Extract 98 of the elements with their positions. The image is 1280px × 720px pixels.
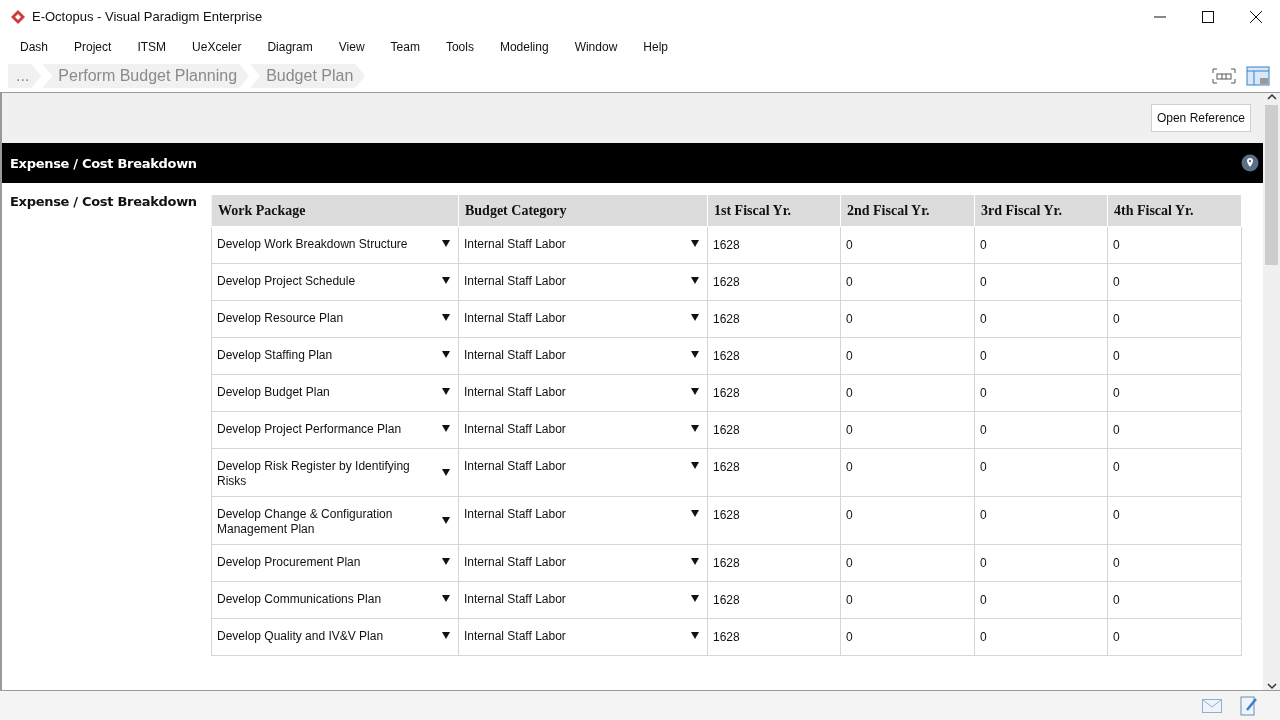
table-cell-text: 0 <box>979 237 988 254</box>
table-cell-text: 1628 <box>712 237 741 254</box>
table-cell-text: 1628 <box>712 422 741 439</box>
dropdown-arrow-icon[interactable] <box>442 276 450 284</box>
dropdown-arrow-icon[interactable] <box>442 387 450 395</box>
scroll-down-icon[interactable] <box>1266 682 1277 690</box>
table-cell-text: 0 <box>1112 459 1121 476</box>
table-cell-text: 0 <box>845 311 854 328</box>
table-cell-text: 0 <box>845 385 854 402</box>
dropdown-arrow-icon[interactable] <box>442 517 450 524</box>
table-cell-text: 1628 <box>712 629 741 646</box>
table-cell-text: 0 <box>845 274 854 291</box>
dropdown-arrow-icon[interactable] <box>442 631 450 639</box>
dropdown-cell[interactable]: Develop Change & Configuration Management Plan <box>212 497 458 544</box>
menu-item[interactable]: Diagram <box>257 39 323 54</box>
edit-note-icon[interactable] <box>1240 695 1258 716</box>
table-cell-text: 1628 <box>712 507 741 524</box>
table-cell-text: 0 <box>1112 311 1121 328</box>
table-cell-text: 0 <box>1112 507 1121 524</box>
section-title: Expense / Cost Breakdown <box>10 155 197 171</box>
table-cell-text: 0 <box>845 629 854 646</box>
dropdown-arrow-icon[interactable] <box>691 424 699 432</box>
dropdown-arrow-icon[interactable] <box>691 461 699 469</box>
table-cell-text: 1628 <box>712 348 741 365</box>
column-header: 1st Fiscal Yr. <box>707 194 841 227</box>
table-cell-text: 0 <box>1112 385 1121 402</box>
menu-item[interactable]: Help <box>633 39 678 54</box>
table-cell-text: 0 <box>979 459 988 476</box>
dropdown-arrow-icon[interactable] <box>691 387 699 395</box>
fit-frame-icon[interactable] <box>1212 68 1236 84</box>
table-cell-text: 1628 <box>712 385 741 402</box>
table-cell-text: 1628 <box>712 311 741 328</box>
table-cell-text: 0 <box>979 592 988 609</box>
table-cell-text: 1628 <box>712 274 741 291</box>
table-cell-text: 1628 <box>712 592 741 609</box>
table-cell-text: 0 <box>979 507 988 524</box>
menu-item[interactable]: Modeling <box>489 39 559 54</box>
table-cell-text: 0 <box>979 274 988 291</box>
dropdown-arrow-icon[interactable] <box>691 594 699 602</box>
table-cell-text: 0 <box>1112 555 1121 572</box>
table-cell-text: 1628 <box>712 555 741 572</box>
menu-item[interactable]: Team <box>380 39 430 54</box>
close-icon[interactable] <box>1250 10 1262 23</box>
dropdown-arrow-icon[interactable] <box>691 631 699 639</box>
dropdown-arrow-icon[interactable] <box>442 469 450 476</box>
table-cell-text: 0 <box>979 348 988 365</box>
table-cell-text: 0 <box>1112 592 1121 609</box>
pin-icon[interactable] <box>1241 154 1259 172</box>
dropdown-arrow-icon[interactable] <box>691 313 699 321</box>
table-cell-text: 0 <box>845 507 854 524</box>
dropdown-arrow-icon[interactable] <box>442 424 450 432</box>
dropdown-arrow-icon[interactable] <box>442 350 450 358</box>
scroll-up-icon[interactable] <box>1266 93 1277 101</box>
menu-item[interactable]: View <box>328 39 375 54</box>
dropdown-arrow-icon[interactable] <box>691 350 699 358</box>
menu-item[interactable]: Window <box>564 39 628 54</box>
open-reference-button[interactable]: Open Reference <box>1150 104 1251 132</box>
table-cell-text: 1628 <box>712 459 741 476</box>
maximize-icon[interactable] <box>1202 10 1214 23</box>
section-label: Expense / Cost Breakdown <box>10 194 197 209</box>
dropdown-arrow-icon[interactable] <box>691 239 699 247</box>
dropdown-arrow-icon[interactable] <box>442 239 450 247</box>
table-cell-text: 0 <box>845 348 854 365</box>
column-header: 2nd Fiscal Yr. <box>840 194 975 227</box>
column-header: Work Package <box>211 194 459 227</box>
table-cell-text: 0 <box>845 422 854 439</box>
app-logo-icon <box>10 8 26 25</box>
table-cell-text: 0 <box>845 592 854 609</box>
dropdown-arrow-icon[interactable] <box>442 594 450 602</box>
table-cell-text: 0 <box>1112 274 1121 291</box>
menu-item[interactable]: ITSM <box>127 39 177 54</box>
window-title: E-Octopus - Visual Paradigm Enterprise <box>32 9 264 24</box>
dropdown-arrow-icon[interactable] <box>442 557 450 565</box>
table-cell-text: 0 <box>979 629 988 646</box>
dropdown-arrow-icon[interactable] <box>442 313 450 321</box>
table-cell-text: 0 <box>845 459 854 476</box>
table-cell-text: 0 <box>1112 237 1121 254</box>
column-header: 4th Fiscal Yr. <box>1107 194 1242 227</box>
table-cell-text: 0 <box>845 555 854 572</box>
table-cell-text: 0 <box>979 555 988 572</box>
scrollbar-thumb[interactable] <box>1265 105 1278 265</box>
table-cell-text: 0 <box>1112 348 1121 365</box>
table-cell-text: 0 <box>979 385 988 402</box>
column-header: Budget Category <box>458 194 708 227</box>
menu-item[interactable]: Project <box>64 39 122 54</box>
menu-item[interactable]: Tools <box>435 39 484 54</box>
menu-item[interactable]: Dash <box>10 39 58 54</box>
table-cell-text: 0 <box>979 422 988 439</box>
menu-item[interactable]: UeXceler <box>182 39 252 54</box>
dropdown-arrow-icon[interactable] <box>691 509 699 517</box>
dropdown-arrow-icon[interactable] <box>691 557 699 565</box>
table-cell-text: 0 <box>979 311 988 328</box>
dropdown-cell[interactable]: Develop Risk Register by Identifying Risks <box>212 449 458 496</box>
table-cell-text: 0 <box>1112 629 1121 646</box>
column-header: 3rd Fiscal Yr. <box>974 194 1108 227</box>
dropdown-arrow-icon[interactable] <box>691 276 699 284</box>
table-cell-text: 0 <box>845 237 854 254</box>
table-cell-text: 0 <box>1112 422 1121 439</box>
